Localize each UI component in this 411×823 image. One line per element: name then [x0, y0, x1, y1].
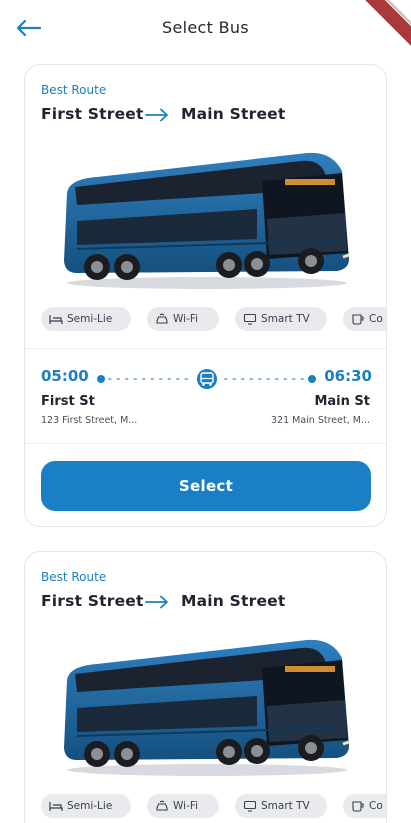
route-tag: Best Route [41, 570, 107, 584]
amenities-row[interactable]: Semi-Lie Wi-Fi Smart TV Co [41, 794, 386, 820]
select-button[interactable]: Select [41, 461, 371, 511]
amenity-chip: Smart TV [235, 307, 327, 331]
departure-time: 05:00 [41, 367, 89, 385]
tv-icon [243, 800, 257, 812]
destination-stop: Main St [314, 394, 370, 409]
amenity-label: Co [369, 800, 383, 812]
destination-address: 321 Main Street, M... [270, 415, 370, 426]
amenity-chip: Wi-Fi [147, 307, 219, 331]
coffee-icon [352, 801, 364, 812]
schedule-row: 05:00 06:30 [41, 367, 372, 391]
amenity-label: Smart TV [261, 313, 310, 325]
route-from: First Street [41, 105, 144, 123]
amenity-chip: Semi-Lie [41, 307, 131, 331]
amenity-label: Semi-Lie [67, 800, 113, 812]
route-from: First Street [41, 592, 144, 610]
amenity-chip: Co [343, 307, 386, 331]
amenity-chip: Smart TV [235, 794, 327, 818]
route-tag: Best Route [41, 83, 107, 97]
page-title: Select Bus [162, 18, 249, 37]
arrival-time: 06:30 [324, 367, 372, 385]
route-to: Main Street [181, 105, 286, 123]
bus-card[interactable]: Best Route First Street Main Street Semi… [24, 64, 387, 527]
amenity-chip: Co [343, 794, 386, 818]
divider [25, 348, 386, 349]
bus-image [64, 639, 350, 776]
arrow-right-icon [145, 108, 168, 122]
route-row: First Street Main Street [41, 105, 371, 127]
amenity-chip: Semi-Lie [41, 794, 131, 818]
amenities-row[interactable]: Semi-Lie Wi-Fi Smart TV Co [41, 307, 386, 333]
divider [25, 443, 386, 444]
arrow-right-icon [145, 595, 168, 609]
wifi-car-icon [156, 800, 168, 811]
coffee-icon [352, 314, 364, 325]
amenity-label: Co [369, 313, 383, 325]
amenity-chip: Wi-Fi [147, 794, 219, 818]
bed-icon [49, 802, 63, 811]
route-row: First Street Main Street [41, 592, 371, 614]
origin-address: 123 First Street, M... [41, 415, 138, 426]
amenity-label: Smart TV [261, 800, 310, 812]
tv-icon [243, 313, 257, 325]
amenity-label: Wi-Fi [173, 800, 199, 812]
app-header: Select Bus [0, 0, 411, 58]
amenity-label: Semi-Lie [67, 313, 113, 325]
bus-image [64, 152, 350, 289]
bed-icon [49, 315, 63, 324]
amenity-label: Wi-Fi [173, 313, 199, 325]
route-to: Main Street [181, 592, 286, 610]
bus-card[interactable]: Best Route First Street Main Street Semi… [24, 551, 387, 823]
wifi-car-icon [156, 313, 168, 324]
origin-stop: First St [41, 394, 95, 409]
route-track [97, 369, 316, 389]
